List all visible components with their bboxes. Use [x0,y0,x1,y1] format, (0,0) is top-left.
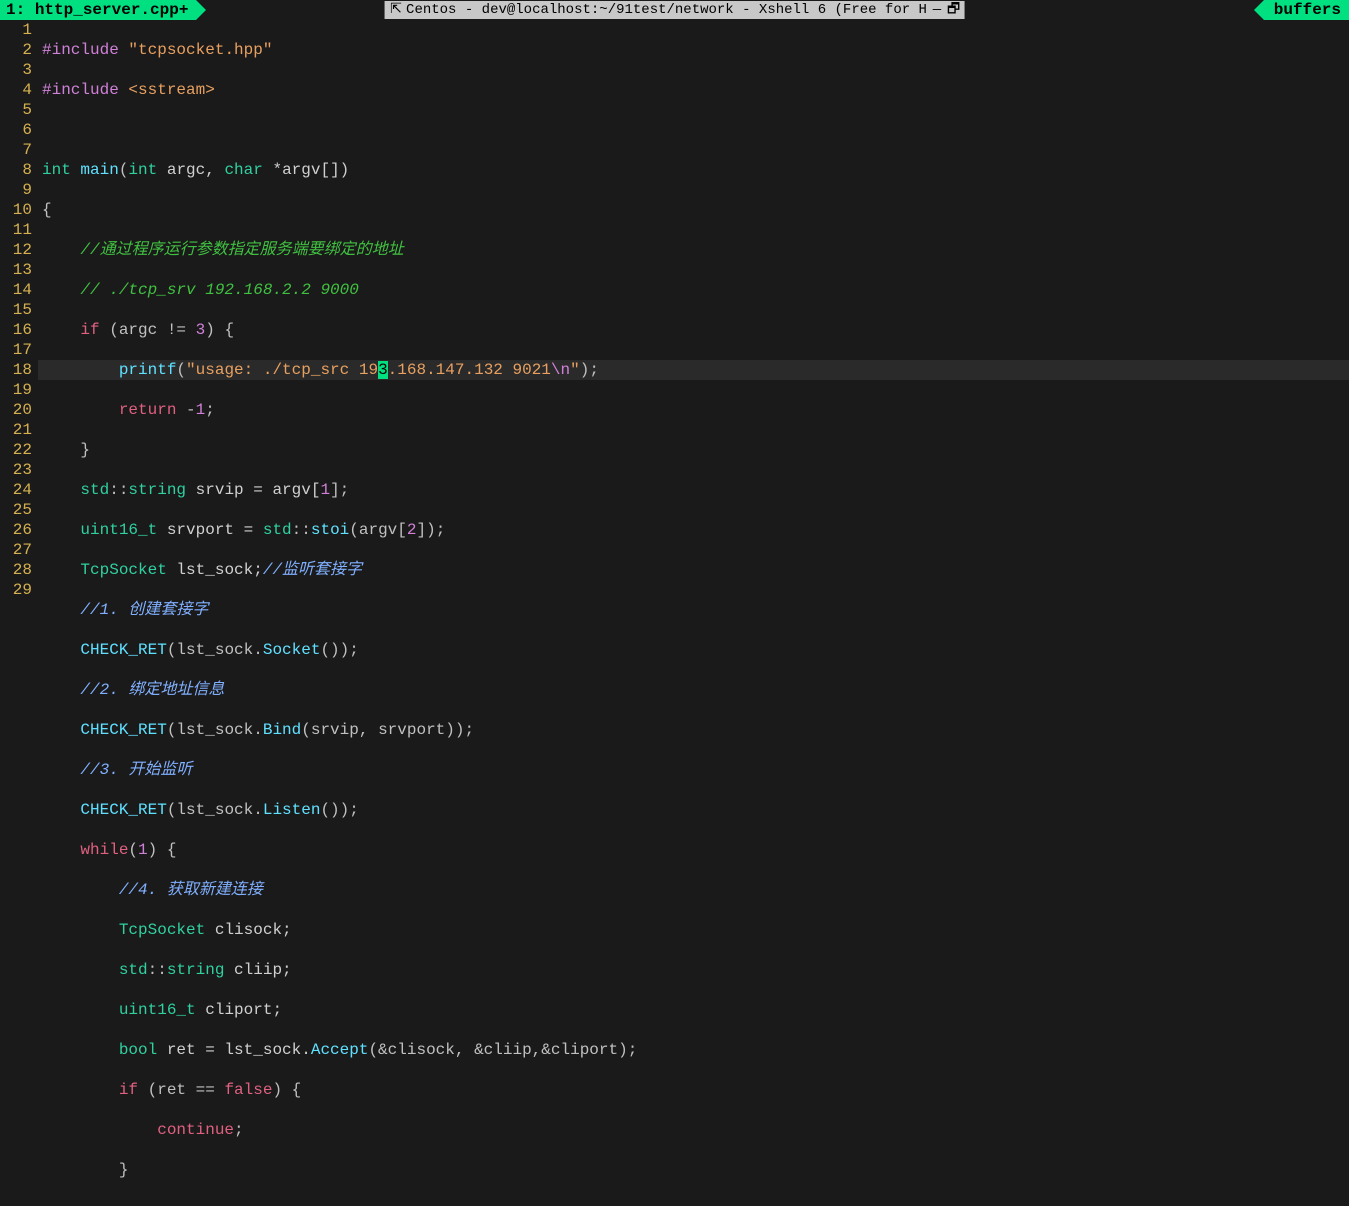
code-line: if (argc != 3) { [38,320,1349,340]
code-line: while(1) { [38,840,1349,860]
code-line: int main(int argc, char *argv[]) [38,160,1349,180]
code-line: //4. 获取新建连接 [38,880,1349,900]
code-line: continue; [38,1120,1349,1140]
code-line: if (ret == false) { [38,1080,1349,1100]
minimize-icon[interactable]: — [931,1,943,19]
tab-filename: http_server.cpp+ [35,1,189,19]
window-title: ⇱ Centos - dev@localhost:~/91test/networ… [384,1,965,19]
title-text: Centos - dev@localhost:~/91test/network … [406,1,927,19]
code-area[interactable]: #include "tcpsocket.hpp" #include <sstre… [38,20,1349,1206]
code-line: } [38,1160,1349,1180]
buffers-button[interactable]: buffers [1264,0,1349,20]
buffer-tab[interactable]: 1: http_server.cpp+ [0,0,196,20]
code-line: //3. 开始监听 [38,760,1349,780]
pin-icon: ⇱ [390,1,402,19]
code-line: std::string srvip = argv[1]; [38,480,1349,500]
code-line: TcpSocket lst_sock;//监听套接字 [38,560,1349,580]
code-line: } [38,440,1349,460]
code-line: // ./tcp_srv 192.168.2.2 9000 [38,280,1349,300]
code-line: return -1; [38,400,1349,420]
code-line: CHECK_RET(lst_sock.Bind(srvip, srvport))… [38,720,1349,740]
code-line: //通过程序运行参数指定服务端要绑定的地址 [38,240,1349,260]
code-line: uint16_t cliport; [38,1000,1349,1020]
top-bar: 1: http_server.cpp+ ⇱ Centos - dev@local… [0,0,1349,20]
code-line: //1. 创建套接字 [38,600,1349,620]
line-gutter: 123 456 789 101112 131415 161718 192021 … [0,20,38,1206]
tab-index: 1: [6,1,25,19]
code-line: CHECK_RET(lst_sock.Socket()); [38,640,1349,660]
cursor: 3 [378,361,388,379]
cursor-line: printf("usage: ./tcp_src 193.168.147.132… [38,360,1349,380]
code-line: //2. 绑定地址信息 [38,680,1349,700]
code-line: CHECK_RET(lst_sock.Listen()); [38,800,1349,820]
code-line: uint16_t srvport = std::stoi(argv[2]); [38,520,1349,540]
code-line: #include <sstream> [38,80,1349,100]
code-line: bool ret = lst_sock.Accept(&clisock, &cl… [38,1040,1349,1060]
code-line: TcpSocket clisock; [38,920,1349,940]
code-editor[interactable]: 123 456 789 101112 131415 161718 192021 … [0,20,1349,1206]
code-line: std::string cliip; [38,960,1349,980]
code-line: { [38,200,1349,220]
maximize-icon[interactable]: 🗗 [947,1,959,19]
code-line: #include "tcpsocket.hpp" [38,40,1349,60]
code-line [38,120,1349,140]
